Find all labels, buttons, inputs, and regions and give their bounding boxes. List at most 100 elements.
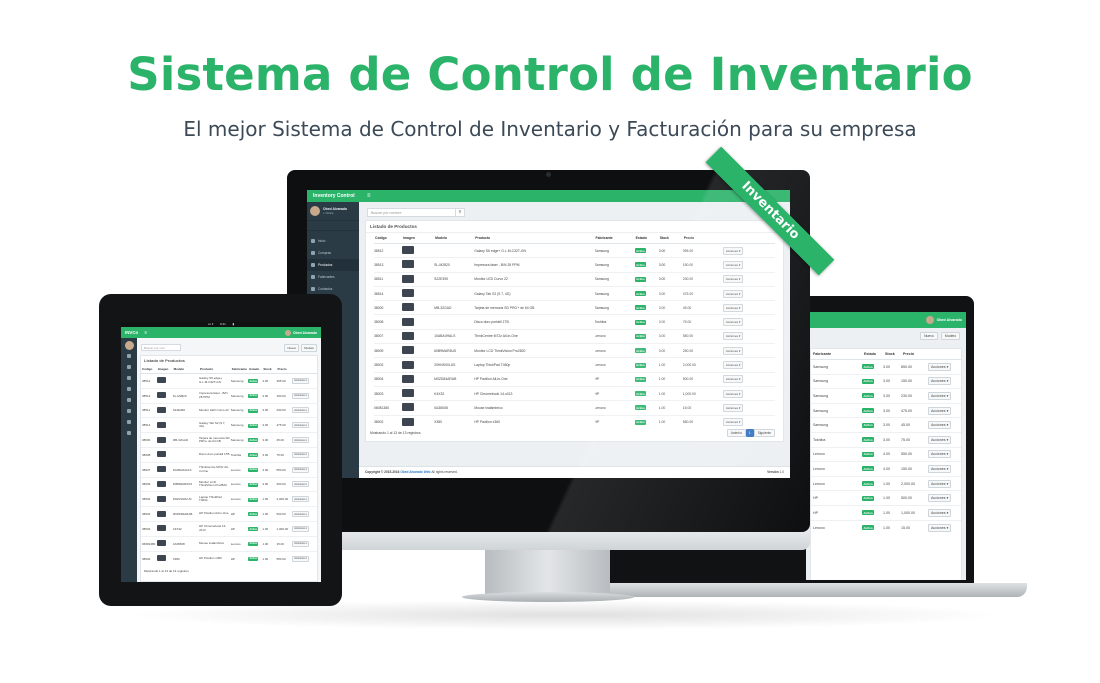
chevron-down-icon: ▾: [304, 423, 307, 427]
avatar[interactable]: [925, 316, 934, 324]
menu-toggle-icon[interactable]: ≡: [144, 330, 147, 335]
actions-dropdown[interactable]: Acciones ▾: [722, 346, 744, 355]
actions-dropdown[interactable]: Acciones ▾: [722, 289, 744, 298]
actions-dropdown[interactable]: Acciones ▾: [928, 406, 952, 415]
chevron-down-icon: ▾: [738, 305, 741, 310]
product-name: Tarjeta de memoria SD PRO+ de 64 GB: [474, 300, 595, 315]
actions-dropdown[interactable]: Acciones ▾: [928, 508, 952, 517]
settings-icon[interactable]: [127, 420, 131, 424]
table-row: HP Activo 1.00 500.00 Acciones ▾: [811, 490, 961, 506]
status-badge: Activo: [862, 408, 875, 414]
actions-dropdown[interactable]: Acciones ▾: [292, 377, 309, 384]
actions-dropdown[interactable]: Acciones ▾: [292, 525, 309, 532]
product-maker: Toshiba: [230, 446, 249, 463]
sidebar-item-0[interactable]: Inicio: [307, 235, 359, 247]
brand-logo[interactable]: Inventory Control: [307, 193, 359, 199]
actions-dropdown[interactable]: Acciones ▾: [292, 437, 309, 444]
actions-dropdown[interactable]: Acciones ▾: [292, 451, 309, 458]
actions-dropdown[interactable]: Acciones ▾: [292, 466, 309, 473]
tablet-user[interactable]: Obed Alvarado: [285, 329, 317, 336]
filter-select[interactable]: Modelo: [301, 344, 317, 352]
actions-dropdown[interactable]: Acciones ▾: [928, 421, 952, 430]
actions-dropdown[interactable]: Acciones ▾: [928, 435, 952, 444]
product-name: Monitor LCD ThinkVision Pro2820: [199, 476, 231, 492]
brand-logo[interactable]: INVCo: [125, 330, 138, 335]
product-image: [402, 260, 415, 269]
actions-dropdown[interactable]: Acciones ▾: [292, 511, 309, 518]
search-input[interactable]: Buscar por nombre ⚲: [367, 208, 465, 217]
search-icon[interactable]: ⚲: [455, 209, 464, 217]
sidebar-item-1[interactable]: Compras: [307, 247, 359, 259]
actions-dropdown[interactable]: Acciones ▾: [722, 275, 744, 284]
chevron-down-icon: ▾: [945, 423, 949, 428]
actions-dropdown[interactable]: Acciones ▾: [928, 391, 952, 400]
sidebar-item-3[interactable]: Fabricantes: [307, 271, 359, 283]
pagination-prev[interactable]: Anterior: [726, 429, 746, 437]
actions-dropdown[interactable]: Acciones ▾: [722, 318, 744, 327]
actions-dropdown[interactable]: Acciones ▾: [928, 377, 952, 386]
product-name: HP Chromebook 14-x013: [474, 385, 595, 401]
column-header: Fabricante: [594, 233, 635, 244]
actions-dropdown[interactable]: Acciones ▾: [722, 418, 744, 427]
new-button[interactable]: Nuevo: [284, 344, 300, 352]
copyright: Copyright © 2015-2016 Obed Alvarado Web: [365, 470, 431, 474]
actions-dropdown[interactable]: Acciones ▾: [722, 389, 744, 398]
actions-dropdown[interactable]: Acciones ▾: [722, 303, 744, 312]
table-row: 38002 X380 HP Pavilion x360 HP Activo 1.00 550…: [141, 550, 317, 566]
actions-dropdown[interactable]: Acciones ▾: [928, 494, 952, 503]
actions-dropdown[interactable]: Acciones ▾: [722, 246, 744, 255]
tablet-topbar: INVCo ≡ Obed Alvarado: [121, 327, 321, 338]
actions-dropdown[interactable]: Acciones ▾: [928, 479, 952, 488]
product-stock: 3.00: [262, 432, 277, 448]
actions-dropdown[interactable]: Acciones ▾: [292, 422, 309, 429]
actions-dropdown[interactable]: Acciones ▾: [722, 260, 744, 269]
product-name: ThinkCentre M72z All-in-One: [199, 461, 231, 478]
sidebar-item-2[interactable]: Productos: [307, 259, 359, 271]
actions-dropdown[interactable]: Acciones ▾: [722, 332, 744, 341]
new-button[interactable]: Nuevo: [920, 332, 938, 340]
chevron-down-icon: ▾: [945, 525, 949, 530]
actions-dropdown[interactable]: Acciones ▾: [928, 464, 952, 473]
product-code: 38511: [141, 402, 157, 418]
actions-dropdown[interactable]: Acciones ▾: [928, 362, 952, 371]
filter-select[interactable]: Modelo: [940, 332, 960, 340]
actions-dropdown[interactable]: Acciones ▾: [928, 450, 952, 459]
product-stock: 1.00: [883, 475, 901, 491]
chevron-down-icon: ▾: [304, 527, 307, 531]
factory-icon[interactable]: [127, 387, 131, 391]
sidebar-search[interactable]: [307, 221, 359, 231]
box-icon[interactable]: [127, 376, 131, 380]
laptop-user-name[interactable]: Obed Alvarado: [937, 318, 962, 322]
product-stock: 3.00: [262, 461, 277, 478]
users-icon[interactable]: [127, 398, 131, 402]
table-row: Lenovo Activo 4.00 150.00 Acciones ▾: [811, 461, 961, 477]
table-row: 38007 10ABA0HALS ThinkCentre M72z All-in-O…: [374, 328, 775, 344]
product-code: 38004: [141, 506, 157, 522]
actions-dropdown[interactable]: Acciones ▾: [928, 523, 952, 532]
actions-dropdown[interactable]: Acciones ▾: [292, 555, 309, 562]
actions-dropdown[interactable]: Acciones ▾: [292, 496, 309, 503]
status-badge: Activo: [862, 393, 875, 399]
sidebar-item-label: Productos: [318, 263, 333, 267]
pagination-page[interactable]: 1: [745, 429, 754, 437]
actions-dropdown[interactable]: Acciones ▾: [292, 481, 309, 488]
product-name: Tarjeta de memoria SD PRO+ de 64 GB: [199, 432, 231, 448]
cart-icon[interactable]: [127, 365, 131, 369]
actions-dropdown[interactable]: Acciones ▾: [722, 375, 744, 384]
table-row: Samsung Activo 3.00 850.00 Acciones ▾: [811, 359, 961, 375]
actions-dropdown[interactable]: Acciones ▾: [722, 403, 744, 412]
actions-dropdown[interactable]: Acciones ▾: [292, 407, 309, 414]
invoice-icon[interactable]: [127, 409, 131, 413]
copyright-link[interactable]: Obed Alvarado Web: [400, 470, 430, 474]
home-icon[interactable]: [127, 354, 131, 358]
actions-dropdown[interactable]: Acciones ▾: [722, 361, 744, 370]
actions-dropdown[interactable]: Acciones ▾: [292, 540, 309, 547]
product-code: 38511: [374, 271, 403, 287]
product-stock: 3.00: [262, 417, 277, 433]
search-input[interactable]: Buscar por nom: [141, 344, 181, 351]
menu-toggle-icon[interactable]: ≡: [359, 193, 371, 199]
pagination-next[interactable]: Siguiente: [753, 429, 775, 437]
chart-icon[interactable]: [127, 431, 131, 435]
actions-dropdown[interactable]: Acciones ▾: [292, 392, 309, 399]
status-badge: Activo: [634, 262, 647, 268]
